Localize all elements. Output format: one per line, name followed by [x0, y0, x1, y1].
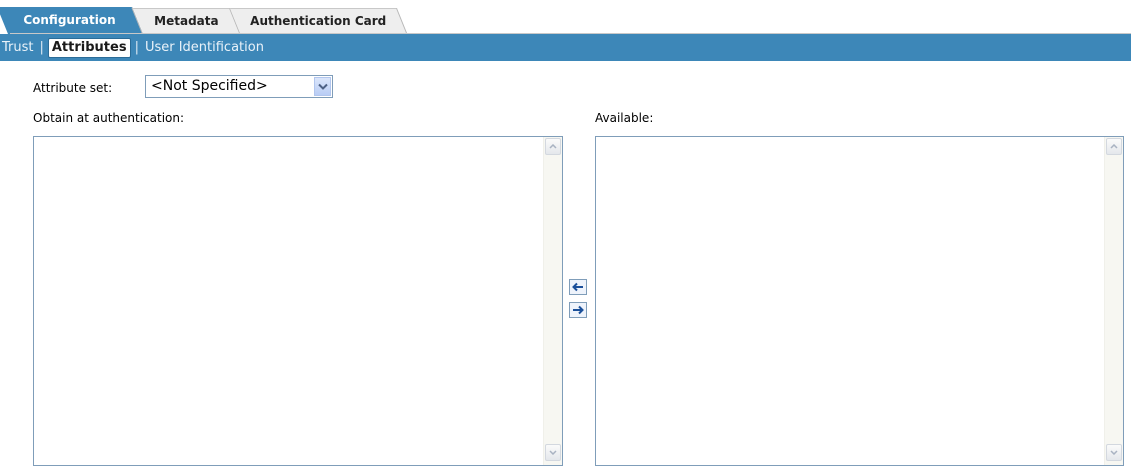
tab-configuration-label: Configuration: [23, 13, 116, 27]
tab-metadata-label: Metadata: [153, 14, 219, 28]
move-right-button[interactable]: [569, 302, 587, 318]
attribute-set-select[interactable]: <Not Specified>: [145, 75, 333, 98]
subnav-separator: |: [134, 40, 139, 55]
tab-authentication-card-label: Authentication Card: [250, 14, 387, 28]
tab-bar: Configuration Metadata Authentication Ca…: [0, 0, 1131, 34]
obtain-label: Obtain at authentication:: [33, 111, 185, 125]
arrow-right-icon: [573, 305, 584, 315]
available-scrollbar[interactable]: [1104, 137, 1123, 465]
tab-authentication-card[interactable]: Authentication Card: [229, 8, 407, 33]
sub-navigation: Trust | Attributes | User Identification: [0, 34, 1131, 61]
scroll-down-icon[interactable]: [1106, 444, 1122, 461]
subnav-attributes[interactable]: Attributes: [47, 37, 131, 58]
arrow-left-icon: [572, 282, 583, 292]
available-label: Available:: [595, 111, 654, 125]
subnav-trust[interactable]: Trust: [0, 40, 37, 55]
available-listbox[interactable]: [595, 136, 1124, 466]
move-left-button[interactable]: [569, 279, 587, 295]
scroll-up-icon[interactable]: [1106, 138, 1122, 155]
tab-configuration[interactable]: Configuration: [0, 7, 143, 34]
attribute-set-value: <Not Specified>: [151, 78, 268, 94]
subnav-user-identification[interactable]: User Identification: [141, 40, 268, 55]
tab-metadata[interactable]: Metadata: [132, 8, 240, 33]
obtain-listbox[interactable]: [33, 136, 563, 466]
chevron-down-icon[interactable]: [314, 77, 331, 96]
scroll-down-icon[interactable]: [545, 444, 561, 461]
attribute-set-label: Attribute set:: [33, 81, 113, 95]
obtain-scrollbar[interactable]: [543, 137, 562, 465]
subnav-separator: |: [39, 40, 44, 55]
scroll-up-icon[interactable]: [545, 138, 561, 155]
